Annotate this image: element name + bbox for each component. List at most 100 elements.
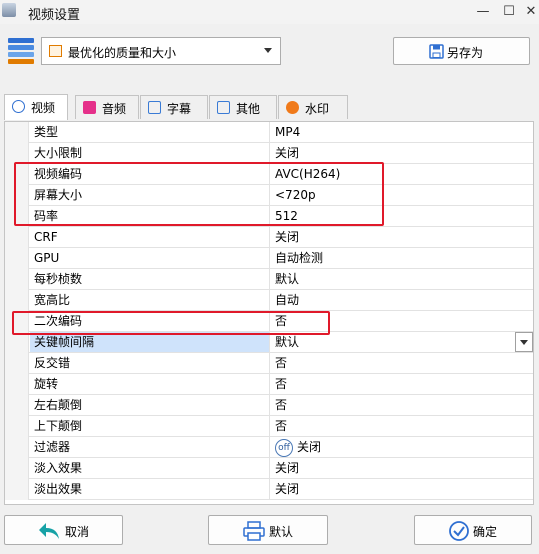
ok-label: 确定 (473, 525, 498, 539)
property-value[interactable]: 自动检测 (271, 248, 533, 268)
tab-label: 音频 (102, 102, 127, 116)
property-row-type[interactable]: 类型 MP4 (5, 122, 533, 143)
save-as-button[interactable]: 另存为 (393, 37, 530, 65)
property-value[interactable]: 自动 (271, 290, 533, 310)
property-value[interactable]: 512 (271, 206, 533, 226)
property-row-frame-rate[interactable]: 每秒桢数 默认 (5, 269, 533, 290)
property-row-aspect-ratio[interactable]: 宽高比 自动 (5, 290, 533, 311)
property-value[interactable]: 否 (271, 353, 533, 373)
property-value[interactable]: 否 (271, 416, 533, 436)
property-value[interactable]: 否 (271, 395, 533, 415)
property-value[interactable]: AVC(H264) (271, 164, 533, 184)
default-button[interactable]: 默认 (208, 515, 328, 545)
row-gutter (5, 164, 29, 185)
tab-video[interactable]: 视频 (4, 94, 68, 120)
row-gutter (5, 290, 29, 311)
app-icon (2, 3, 16, 17)
preset-file-icon (49, 45, 62, 57)
row-gutter (5, 185, 29, 206)
tab-watermark[interactable]: 水印 (278, 95, 348, 119)
row-gutter (5, 374, 29, 395)
property-value[interactable]: MP4 (271, 122, 533, 142)
property-value[interactable]: 关闭 (271, 458, 533, 478)
property-row-size-limit[interactable]: 大小限制 关闭 (5, 143, 533, 164)
property-row-filter[interactable]: 过滤器 off 关闭 (5, 437, 533, 458)
property-name: CRF (30, 227, 270, 247)
property-value[interactable]: 默认 (271, 269, 533, 289)
property-value[interactable]: 关闭 (271, 143, 533, 163)
video-icon (12, 100, 25, 113)
undo-arrow-icon (39, 523, 59, 539)
ok-button[interactable]: 确定 (414, 515, 532, 545)
property-row-fade-out[interactable]: 淡出效果 关闭 (5, 479, 533, 500)
property-row-keyframe-interval[interactable]: 关键帧间隔 默认 (5, 332, 533, 353)
property-value-dropdown[interactable]: 默认 (271, 332, 533, 352)
tab-other[interactable]: 其他 (209, 95, 277, 119)
preset-selected-value: 最优化的质量和大小 (68, 46, 177, 60)
property-value[interactable]: 否 (271, 374, 533, 394)
off-toggle-icon: off (275, 438, 293, 457)
property-name: 上下颠倒 (30, 416, 270, 436)
property-row-bitrate[interactable]: 码率 512 (5, 206, 533, 227)
property-grid: 类型 MP4 大小限制 关闭 视频编码 AVC(H264) 屏幕大小 <720p… (4, 121, 534, 505)
close-button[interactable]: ✕ (520, 2, 539, 22)
tab-label: 字幕 (167, 102, 192, 116)
property-value: 关闭 (297, 440, 322, 454)
property-row-crf[interactable]: CRF 关闭 (5, 227, 533, 248)
property-row-video-codec[interactable]: 视频编码 AVC(H264) (5, 164, 533, 185)
row-gutter (5, 395, 29, 416)
property-row-gpu[interactable]: GPU 自动检测 (5, 248, 533, 269)
property-value[interactable]: 关闭 (271, 479, 533, 499)
property-value[interactable]: 关闭 (271, 227, 533, 247)
row-gutter (5, 416, 29, 437)
property-name: 过滤器 (30, 437, 270, 457)
property-value: 默认 (275, 335, 300, 349)
title-bar: 视频设置 — ☐ ✕ (0, 0, 539, 24)
save-icon (429, 44, 444, 59)
property-value-toggle[interactable]: off 关闭 (271, 437, 533, 457)
tab-audio[interactable]: 音频 (75, 95, 139, 119)
property-row-flip-vertical[interactable]: 上下颠倒 否 (5, 416, 533, 437)
row-gutter (5, 353, 29, 374)
property-row-screen-size[interactable]: 屏幕大小 <720p (5, 185, 533, 206)
property-name: 类型 (30, 122, 270, 142)
default-label: 默认 (269, 525, 294, 539)
tab-label: 视频 (31, 101, 56, 115)
cancel-label: 取消 (65, 525, 90, 539)
property-value[interactable]: 否 (271, 311, 533, 331)
subtitle-icon (148, 101, 161, 114)
property-row-rotate[interactable]: 旋转 否 (5, 374, 533, 395)
chevron-down-icon[interactable] (515, 332, 533, 352)
tab-bar: 视频 音频 字幕 其他 水印 (4, 94, 534, 120)
property-name: 视频编码 (30, 164, 270, 184)
property-name: 旋转 (30, 374, 270, 394)
chevron-down-icon (264, 48, 272, 53)
maximize-button[interactable]: ☐ (498, 2, 520, 22)
watermark-icon (286, 101, 299, 114)
property-name: 屏幕大小 (30, 185, 270, 205)
save-as-label: 另存为 (447, 46, 484, 60)
tab-subtitle[interactable]: 字幕 (140, 95, 208, 119)
row-gutter (5, 248, 29, 269)
property-name: 大小限制 (30, 143, 270, 163)
row-gutter (5, 311, 29, 332)
tab-label: 水印 (305, 102, 330, 116)
preset-dropdown[interactable]: 最优化的质量和大小 (41, 37, 281, 65)
printer-icon (243, 521, 265, 541)
property-value[interactable]: <720p (271, 185, 533, 205)
sliders-icon (217, 101, 230, 114)
check-circle-icon (449, 521, 469, 541)
tab-label: 其他 (236, 102, 261, 116)
row-gutter (5, 227, 29, 248)
row-gutter (5, 269, 29, 290)
property-row-fade-in[interactable]: 淡入效果 关闭 (5, 458, 533, 479)
cancel-button[interactable]: 取消 (4, 515, 123, 545)
property-row-two-pass[interactable]: 二次编码 否 (5, 311, 533, 332)
property-row-flip-horizontal[interactable]: 左右颠倒 否 (5, 395, 533, 416)
property-name: 关键帧间隔 (30, 332, 270, 352)
minimize-button[interactable]: — (472, 2, 494, 22)
property-name: 二次编码 (30, 311, 270, 331)
property-name: 每秒桢数 (30, 269, 270, 289)
property-row-deinterlace[interactable]: 反交错 否 (5, 353, 533, 374)
row-gutter (5, 332, 29, 353)
